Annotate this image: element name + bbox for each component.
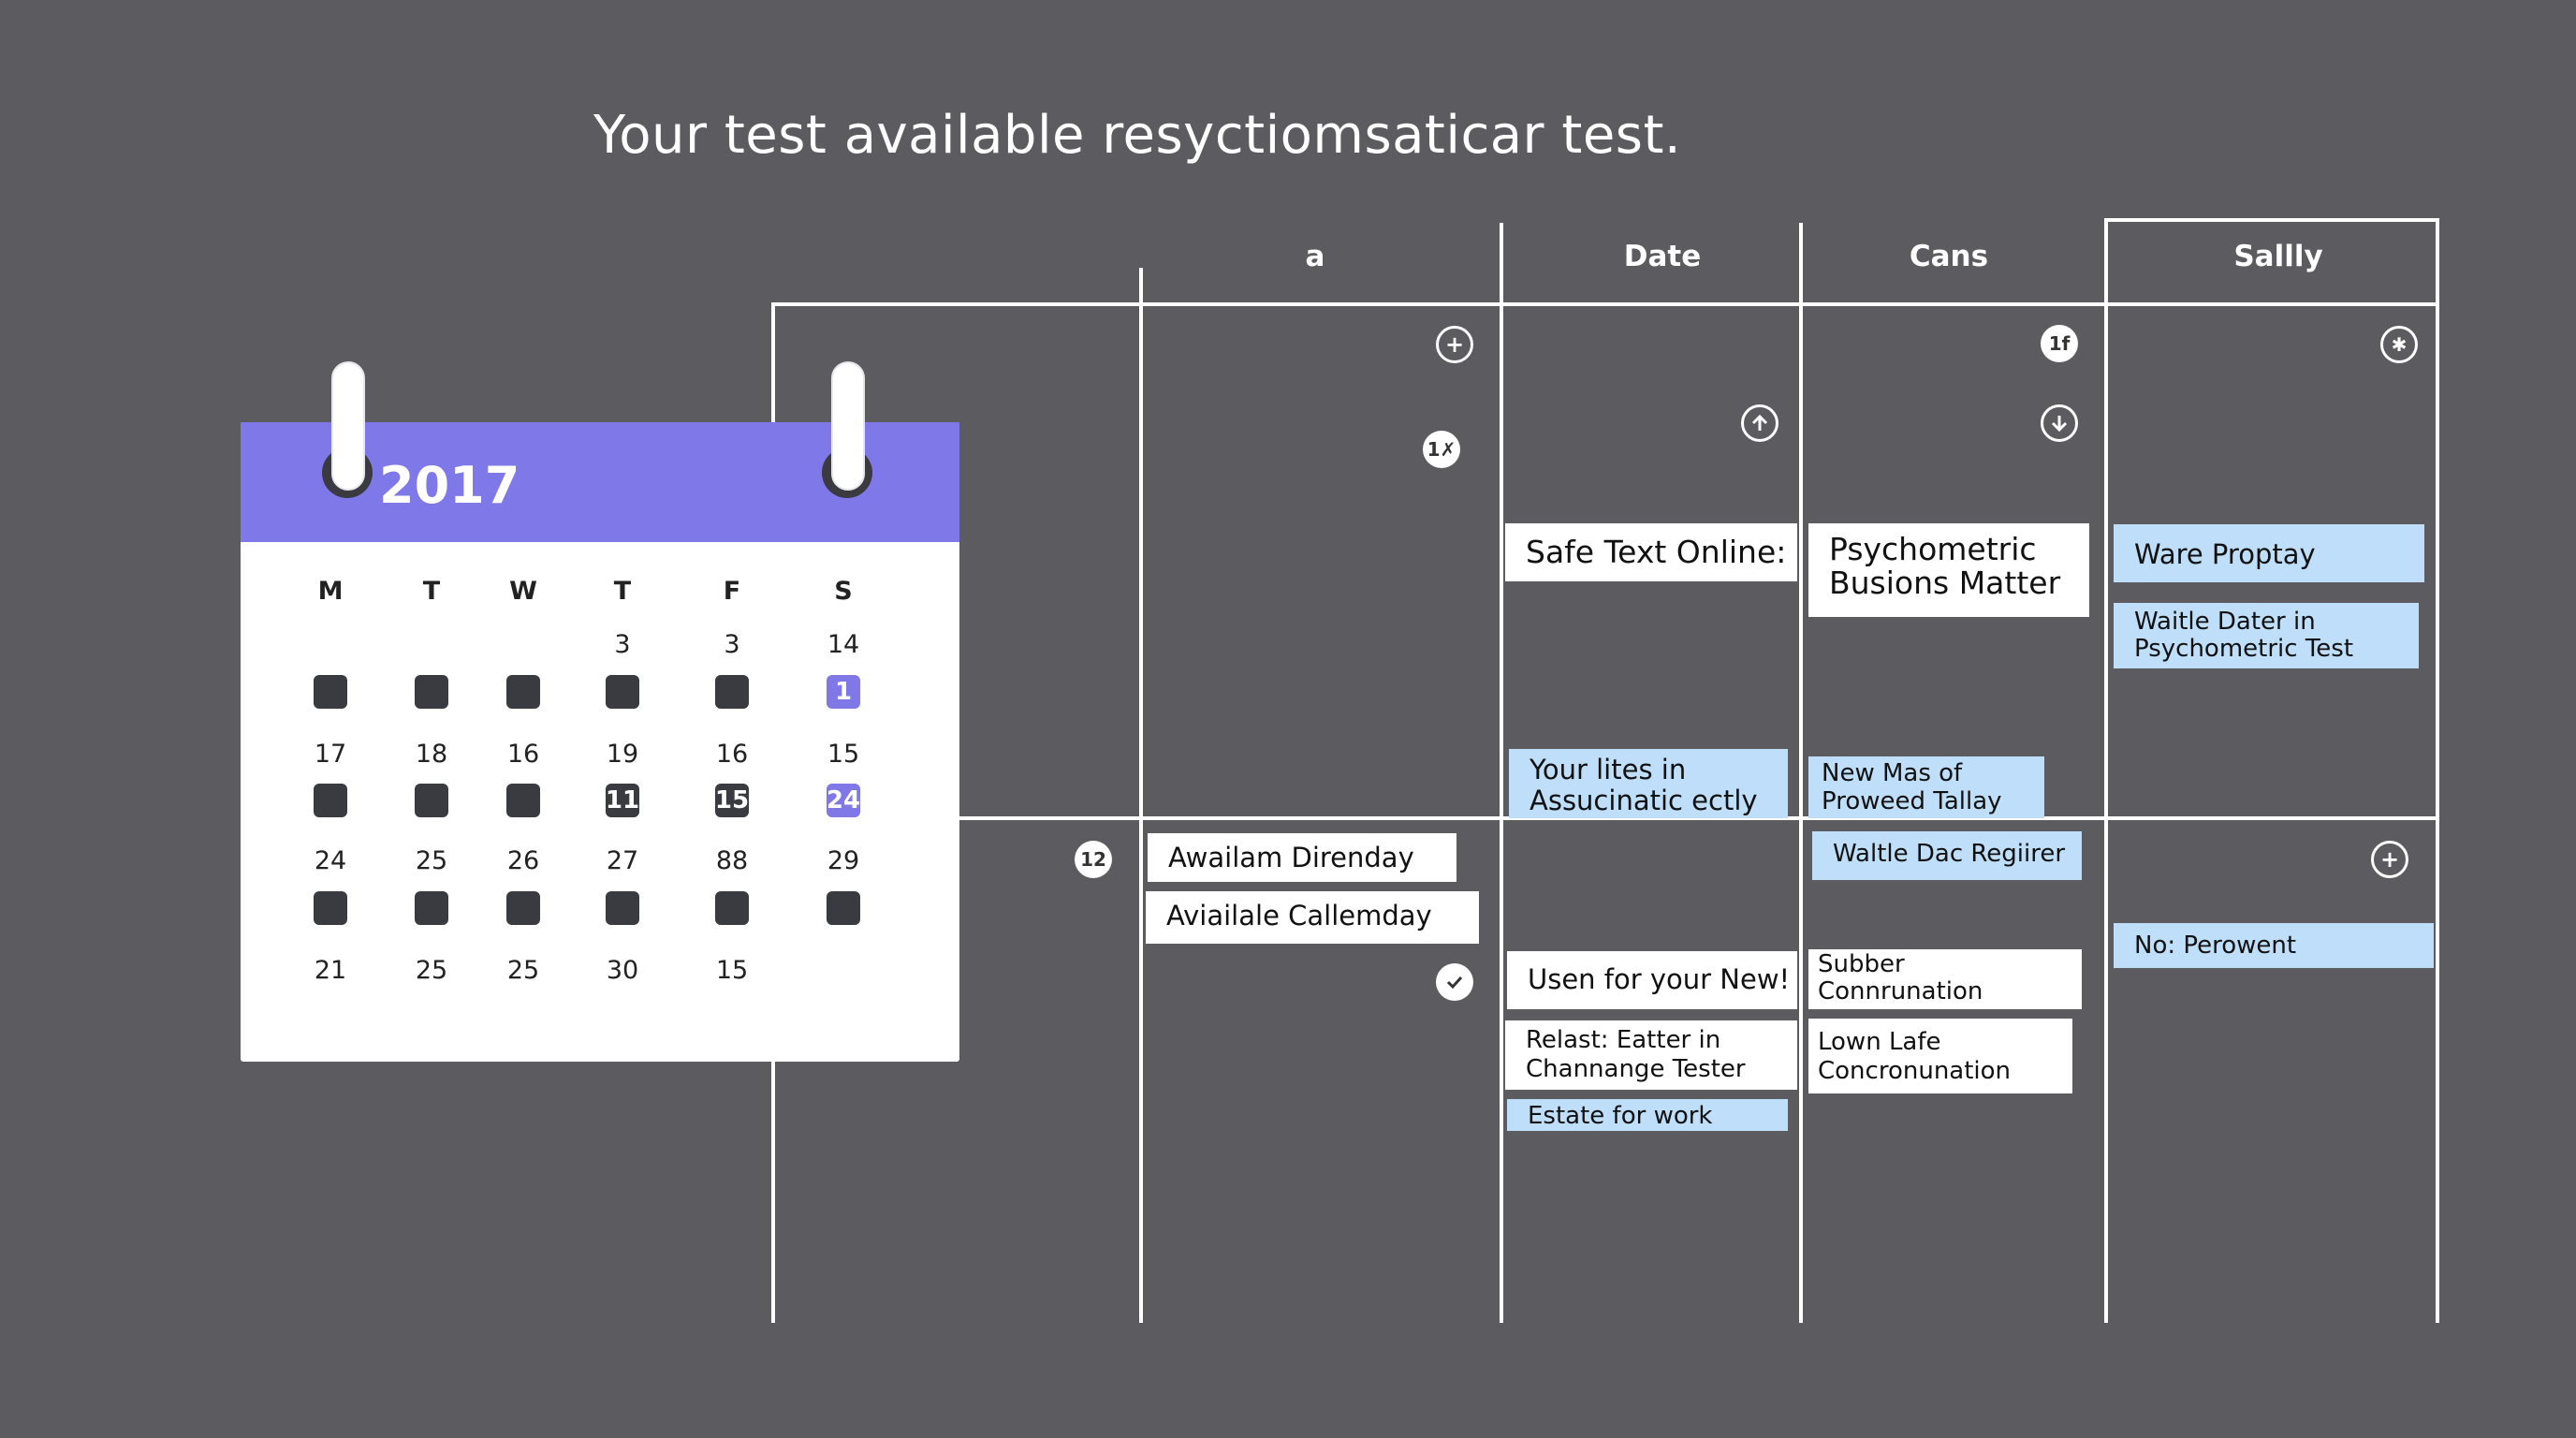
calendar-day-number[interactable]: 27 bbox=[585, 846, 660, 875]
card-ware-proptay[interactable]: Ware Proptay bbox=[2114, 524, 2424, 582]
card-no-perowent[interactable]: No: Perowent bbox=[2114, 923, 2434, 968]
event-dot-labeled[interactable]: 11 bbox=[606, 784, 639, 817]
calendar-day-number[interactable]: 19 bbox=[585, 740, 660, 769]
calendar-year: 2017 bbox=[379, 456, 520, 515]
add-icon[interactable]: + bbox=[1436, 326, 1473, 363]
grid-col-divider-3 bbox=[1799, 223, 1803, 1323]
event-dot[interactable] bbox=[606, 675, 639, 709]
grid-col-right-border bbox=[2436, 218, 2439, 1323]
event-dot-labeled[interactable]: 15 bbox=[715, 784, 749, 817]
card-usen[interactable]: Usen for your New! bbox=[1507, 951, 1797, 1009]
day-of-week: T bbox=[613, 577, 632, 606]
day-of-week: M bbox=[317, 577, 344, 606]
calendar-day-number[interactable]: 30 bbox=[585, 956, 660, 985]
day-of-week: F bbox=[723, 577, 741, 606]
column-header-date[interactable]: Date bbox=[1559, 240, 1765, 273]
calendar-day-number[interactable]: 25 bbox=[394, 956, 469, 985]
card-lown-lafe[interactable]: Lown Lafe Concronunation bbox=[1808, 1019, 2072, 1093]
check-icon[interactable] bbox=[1436, 963, 1473, 1001]
card-waitle-dater[interactable]: Waitle Dater in Psychometric Test bbox=[2114, 603, 2419, 668]
card-safe-text[interactable]: Safe Text Online: bbox=[1505, 523, 1797, 581]
event-dot[interactable] bbox=[506, 675, 540, 709]
event-dot[interactable] bbox=[314, 784, 347, 817]
calendar-day-number[interactable]: 26 bbox=[486, 846, 561, 875]
calendar-day-number[interactable]: 14 bbox=[806, 630, 881, 659]
add-icon-2[interactable]: + bbox=[2371, 841, 2408, 878]
calendar-day-number[interactable]: 18 bbox=[394, 740, 469, 769]
badge-icon-1f[interactable]: 1f bbox=[2041, 325, 2078, 362]
badge-icon[interactable]: 1✗ bbox=[1423, 431, 1460, 468]
grid-col-divider-1 bbox=[1139, 268, 1143, 1323]
event-dot[interactable] bbox=[314, 891, 347, 925]
event-dot[interactable] bbox=[606, 891, 639, 925]
page-title: Your test available resyctiomsaticar tes… bbox=[593, 105, 1682, 166]
event-dot[interactable] bbox=[415, 891, 448, 925]
binder-ring-right bbox=[831, 361, 865, 491]
column-header-cans[interactable]: Cans bbox=[1846, 240, 2052, 273]
calendar-day-number[interactable]: 88 bbox=[695, 846, 769, 875]
event-dot[interactable] bbox=[506, 784, 540, 817]
calendar-day-number[interactable]: 17 bbox=[293, 740, 368, 769]
card-your-lites[interactable]: Your lites in Assucinatic ectly bbox=[1509, 749, 1788, 818]
day-of-week: W bbox=[509, 577, 537, 606]
card-relast[interactable]: Relast: Eatter in Channange Tester bbox=[1505, 1020, 1797, 1090]
binder-ring-left bbox=[331, 361, 365, 491]
calendar-day-number[interactable]: 3 bbox=[585, 630, 660, 659]
event-dot[interactable] bbox=[415, 675, 448, 709]
column-header-a[interactable]: a bbox=[1245, 240, 1385, 273]
event-dot-selected[interactable]: 1 bbox=[827, 675, 860, 709]
card-subber[interactable]: Subber Connrunation bbox=[1808, 949, 2082, 1009]
badge-icon-12[interactable]: 12 bbox=[1075, 841, 1112, 878]
calendar-day-number[interactable]: 25 bbox=[486, 956, 561, 985]
calendar-day-number[interactable]: 24 bbox=[293, 846, 368, 875]
card-awailam-direnday[interactable]: Awailam Direnday bbox=[1148, 833, 1456, 882]
day-of-week: S bbox=[834, 577, 853, 606]
event-dot[interactable] bbox=[715, 891, 749, 925]
event-dot[interactable] bbox=[827, 891, 860, 925]
arrow-down-icon[interactable] bbox=[2041, 404, 2078, 442]
calendar-day-number[interactable]: 16 bbox=[695, 740, 769, 769]
card-waltle-dac[interactable]: Waltle Dac Regiirer bbox=[1812, 831, 2082, 880]
event-dot[interactable] bbox=[715, 675, 749, 709]
calendar-day-number[interactable]: 3 bbox=[695, 630, 769, 659]
calendar-day-number[interactable]: 15 bbox=[806, 740, 881, 769]
grid-col-divider-4 bbox=[2104, 218, 2108, 1323]
calendar-day-number[interactable]: 21 bbox=[293, 956, 368, 985]
card-estate-for-work[interactable]: Estate for work bbox=[1507, 1099, 1788, 1131]
arrow-up-icon[interactable] bbox=[1741, 404, 1778, 442]
card-new-mas[interactable]: New Mas of Proweed Tallay bbox=[1808, 756, 2044, 818]
grid-line-top-bracket bbox=[2104, 218, 2439, 222]
calendar-day-number[interactable]: 29 bbox=[806, 846, 881, 875]
calendar-day-number[interactable]: 16 bbox=[486, 740, 561, 769]
event-dot[interactable] bbox=[314, 675, 347, 709]
event-dot-selected[interactable]: 24 bbox=[827, 784, 860, 817]
column-header-sallly[interactable]: Sallly bbox=[2175, 240, 2381, 273]
event-dot[interactable] bbox=[506, 891, 540, 925]
calendar-widget: 2017 M T W T F S 3 3 14 1 17 18 16 19 16… bbox=[241, 422, 959, 1062]
calendar-day-number[interactable]: 25 bbox=[394, 846, 469, 875]
card-psychometric-busions[interactable]: Psychometric Busions Matter bbox=[1808, 523, 2089, 617]
card-aviailale-callemday[interactable]: Aviailale Callemday bbox=[1146, 891, 1479, 944]
calendar-day-number[interactable]: 15 bbox=[695, 956, 769, 985]
grid-line-header-bottom bbox=[771, 302, 2439, 306]
day-of-week: T bbox=[422, 577, 441, 606]
asterisk-icon[interactable]: ✱ bbox=[2380, 326, 2418, 363]
grid-col-divider-2 bbox=[1500, 223, 1503, 1323]
event-dot[interactable] bbox=[415, 784, 448, 817]
